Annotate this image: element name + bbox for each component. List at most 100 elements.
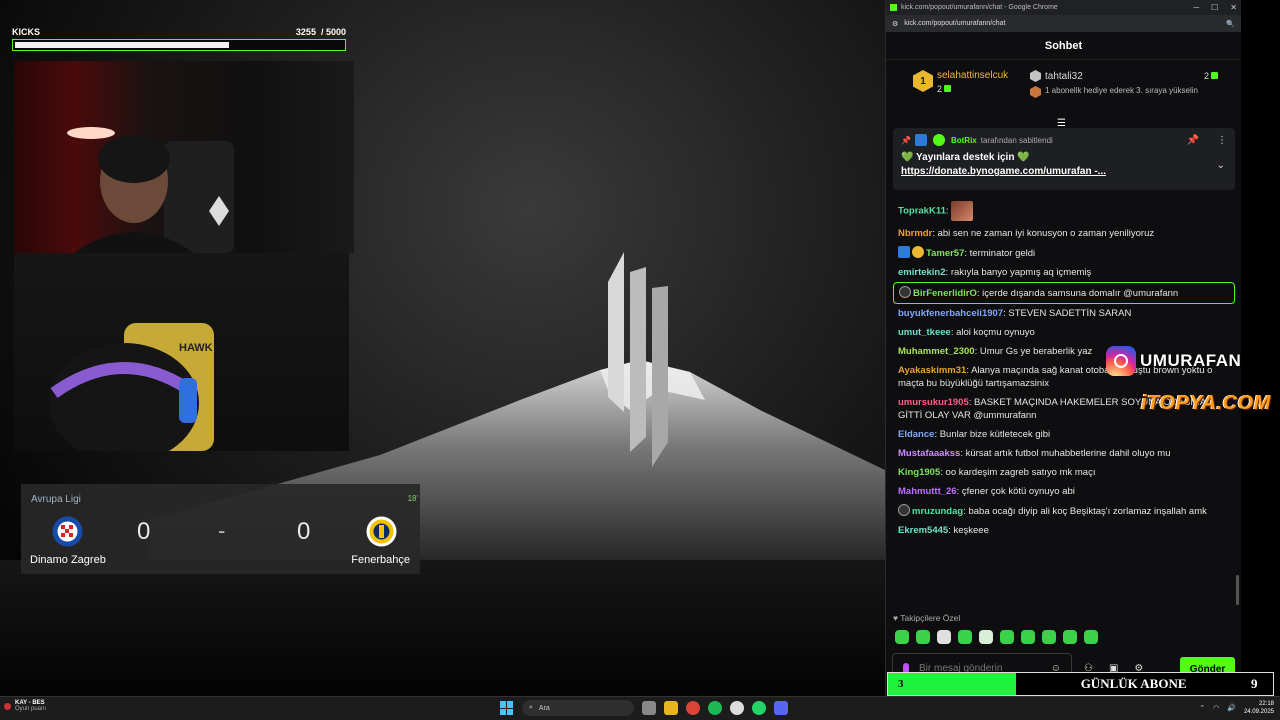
chat-username[interactable]: ToprakK11 xyxy=(898,206,946,217)
chat-username[interactable]: Mahmuttt_26 xyxy=(898,486,957,497)
sub-goal-label: GÜNLÜK ABONE xyxy=(1080,676,1187,691)
chat-message-text: oo kardeşim zagreb satıyo mk maçı xyxy=(945,467,1096,478)
fenerbahce-crest-icon xyxy=(366,516,397,547)
chat-username[interactable]: buyukfenerbahceli1907 xyxy=(898,308,1003,319)
chat-message-text: çfener çok kötü oynuyo abi xyxy=(961,486,1075,497)
chat-message: King1905: oo kardeşim zagreb satıyo mk m… xyxy=(893,463,1235,482)
second-gifter[interactable]: tahtali32 2 1 abonelik hediye ederek 3. … xyxy=(1030,70,1218,98)
notification-icon xyxy=(4,702,11,710)
silver-medal-icon xyxy=(1030,70,1041,82)
og-badge-icon xyxy=(898,504,910,516)
system-tray: ⌃ ◠ 🔊 22:18 24.09.2025 xyxy=(1199,700,1274,716)
chat-message-text: Umur Gs ye beraberlik yaz xyxy=(979,346,1093,357)
emote-icon[interactable] xyxy=(895,630,909,644)
away-score: 0 xyxy=(297,518,311,545)
top-gifter-name[interactable]: selahattinselcuk xyxy=(937,70,1008,81)
kicks-progress-bar xyxy=(12,39,346,51)
home-score: 0 xyxy=(137,518,151,545)
chat-username[interactable]: Eldance xyxy=(898,429,934,440)
window-titlebar: kick.com/popout/umurafann/chat - Google … xyxy=(886,0,1241,15)
minimize-button[interactable]: ─ xyxy=(1193,3,1199,12)
spotify-icon[interactable] xyxy=(708,701,722,715)
pinned-text: 💚 Yayınlara destek için 💚 xyxy=(901,152,1030,163)
match-notification[interactable]: KAY - BES Oyun puanı xyxy=(4,700,46,712)
chat-message: Nbrmdr: abi sen ne zaman iyi konusyon o … xyxy=(893,224,1235,243)
chat-username[interactable]: emirtekin2 xyxy=(898,267,946,278)
close-button[interactable]: ✕ xyxy=(1230,3,1237,12)
webcam-gaming: HAWK xyxy=(14,253,349,451)
windows-start-icon[interactable] xyxy=(500,701,514,715)
chat-emote-icon xyxy=(951,201,974,221)
chat-title: Sohbet xyxy=(886,32,1241,60)
dinamo-zagreb-crest-icon xyxy=(52,516,83,547)
tray-chevron-icon[interactable]: ⌃ xyxy=(1199,704,1205,712)
chat-message-text: baba ocağı diyip ali koç Beşiktaş'ı zorl… xyxy=(968,506,1207,517)
pinned-by-user[interactable]: BotRix xyxy=(951,136,977,145)
chat-username[interactable]: BirFenerlidirO xyxy=(913,288,977,299)
chat-username[interactable]: Nbrmdr xyxy=(898,228,932,239)
match-minute: 18' xyxy=(407,494,418,503)
emote-bar xyxy=(895,630,1098,644)
bronze-medal-icon xyxy=(1030,86,1041,98)
address-bar[interactable]: ⚙ kick.com/popout/umurafann/chat 🔍 xyxy=(886,15,1241,32)
instagram-overlay: UMURAFAN xyxy=(1106,346,1241,376)
pin-icon: 📌 xyxy=(901,135,911,145)
chat-username[interactable]: Ayakaskimm31 xyxy=(898,365,966,376)
pinned-link[interactable]: https://donate.bynogame.com/umurafan -..… xyxy=(901,166,1201,177)
svg-text:HAWK: HAWK xyxy=(179,342,213,354)
top-gifter[interactable]: 1 selahattinselcuk 2 xyxy=(913,70,1008,94)
chat-username[interactable]: Ekrem5445 xyxy=(898,525,948,536)
system-clock[interactable]: 22:18 24.09.2025 xyxy=(1244,700,1274,716)
chat-username[interactable]: Tamer57 xyxy=(926,248,964,259)
steam-icon[interactable] xyxy=(730,701,744,715)
discord-icon[interactable] xyxy=(774,701,788,715)
more-options-icon[interactable]: ⋮ xyxy=(1217,135,1227,146)
chat-username[interactable]: Muhammet_2300 xyxy=(898,346,975,357)
logo-mark-icon xyxy=(608,252,668,467)
chat-username[interactable]: umursukur1905 xyxy=(898,397,969,408)
chat-message-text: rakıyla banyo yapmış aq içmemiş xyxy=(950,267,1092,278)
chat-message-text: abi sen ne zaman iyi konusyon o zaman ye… xyxy=(937,228,1155,239)
unpin-icon[interactable]: 📌 xyxy=(1187,135,1199,146)
chat-message: Mustafaaakss: kürsat artık futbol muhabb… xyxy=(893,444,1235,463)
emote-icon[interactable] xyxy=(1000,630,1014,644)
league-name: Avrupa Ligi xyxy=(31,494,81,505)
pinned-by-text: tarafından sabitlendi xyxy=(980,135,1053,145)
zoom-icon[interactable]: 🔍 xyxy=(1226,20,1235,28)
emote-icon[interactable] xyxy=(979,630,993,644)
whatsapp-icon[interactable] xyxy=(752,701,766,715)
task-view-icon[interactable] xyxy=(642,701,656,715)
chat-username[interactable]: mruzundag xyxy=(912,506,963,517)
chat-message-text: STEVEN SADETTİN SARAN xyxy=(1008,308,1132,319)
second-gifter-name[interactable]: tahtali32 xyxy=(1045,71,1083,82)
site-info-icon[interactable]: ⚙ xyxy=(892,20,898,28)
emote-icon[interactable] xyxy=(916,630,930,644)
emote-icon[interactable] xyxy=(1042,630,1056,644)
file-explorer-icon[interactable] xyxy=(664,701,678,715)
maximize-button[interactable]: ☐ xyxy=(1211,3,1218,12)
bot-badge-icon xyxy=(914,134,927,146)
chat-message: ToprakK11: xyxy=(893,198,1235,224)
emote-icon[interactable] xyxy=(937,630,951,644)
window-title: kick.com/popout/umurafann/chat - Google … xyxy=(901,4,1058,11)
emote-icon[interactable] xyxy=(1063,630,1077,644)
chat-username[interactable]: Mustafaaakss xyxy=(898,448,960,459)
chat-message: BirFenerlidirO: içerde dışarıda samsuna … xyxy=(893,282,1235,304)
chevron-down-icon[interactable]: ⌄ xyxy=(1217,160,1225,171)
taskbar-search[interactable]: ⌕ Ara xyxy=(522,700,634,716)
wifi-icon[interactable]: ◠ xyxy=(1213,704,1219,712)
search-placeholder: Ara xyxy=(538,704,550,712)
webcam-streamer xyxy=(14,61,354,253)
chat-message: Tamer57: terminator geldi xyxy=(893,243,1235,263)
url-text[interactable]: kick.com/popout/umurafann/chat xyxy=(904,20,1005,27)
chat-username[interactable]: King1905 xyxy=(898,467,940,478)
chat-scrollbar[interactable] xyxy=(1236,575,1239,605)
gift-icon xyxy=(1211,72,1218,79)
emote-icon[interactable] xyxy=(1021,630,1035,644)
emote-icon[interactable] xyxy=(1084,630,1098,644)
volume-icon[interactable]: 🔊 xyxy=(1227,704,1236,712)
kick-favicon-icon xyxy=(890,4,897,11)
emote-icon[interactable] xyxy=(958,630,972,644)
chat-username[interactable]: umut_tkeee xyxy=(898,327,951,338)
chrome-icon[interactable] xyxy=(686,701,700,715)
